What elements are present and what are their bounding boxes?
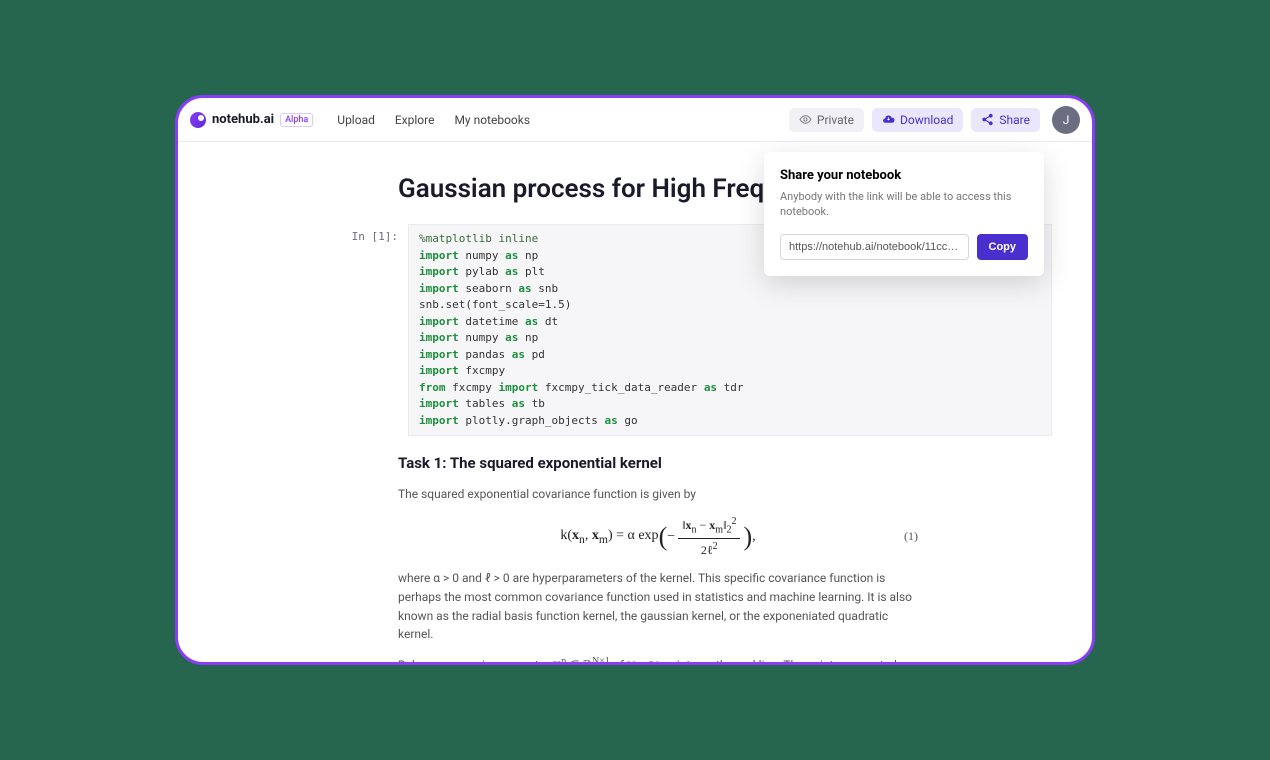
code-text: np: [518, 249, 538, 262]
code-kw: import: [419, 249, 459, 262]
share-title: Share your notebook: [780, 168, 1028, 183]
text-fragment: Below you are given a vector: [398, 658, 552, 662]
code-text: datetime: [459, 315, 525, 328]
alpha-badge: Alpha: [280, 113, 313, 127]
code-kw: as: [604, 414, 617, 427]
code-kw: as: [704, 381, 717, 394]
code-kw: import: [498, 381, 538, 394]
equation-1: k(xn, xm) = α exp ( − ‖xn − xm‖22 2ℓ2 ) …: [398, 514, 918, 559]
code-text: plt: [518, 265, 545, 278]
code-text: numpy: [459, 331, 505, 344]
topbar: notehub.ai Alpha Upload Explore My noteb…: [178, 98, 1092, 142]
avatar[interactable]: J: [1052, 106, 1080, 134]
code-text: snb: [532, 282, 559, 295]
code-kw: import: [419, 414, 459, 427]
share-icon: [981, 113, 994, 126]
code-kw: import: [419, 397, 459, 410]
code-kw: as: [518, 282, 531, 295]
eye-icon: [799, 113, 812, 126]
code-text: tb: [525, 397, 545, 410]
code-text: dt: [538, 315, 558, 328]
code-text: seaborn: [459, 282, 519, 295]
code-text: numpy: [459, 249, 505, 262]
share-button[interactable]: Share: [971, 108, 1040, 132]
task1-p2: where α > 0 and ℓ > 0 are hyperparameter…: [398, 569, 918, 643]
private-label: Private: [817, 113, 854, 127]
code-text: go: [618, 414, 638, 427]
private-button[interactable]: Private: [789, 108, 864, 132]
avatar-initial: J: [1063, 113, 1070, 127]
task1-p1: The squared exponential covariance funct…: [398, 485, 918, 504]
code-kw: import: [419, 364, 459, 377]
code-kw: from: [419, 381, 446, 394]
task1-section: Task 1: The squared exponential kernel T…: [398, 452, 918, 662]
code-text: np: [518, 331, 538, 344]
code-text: pd: [525, 348, 545, 361]
share-desc: Anybody with the link will be able to ac…: [780, 189, 1028, 220]
task1-p3: Below you are given a vector Xp ∈ ℝN×1 o…: [398, 654, 918, 662]
cloud-download-icon: [882, 113, 895, 126]
download-button[interactable]: Download: [872, 108, 963, 132]
nav-upload[interactable]: Upload: [337, 113, 375, 127]
download-label: Download: [900, 113, 953, 127]
main-nav: Upload Explore My notebooks: [337, 113, 530, 127]
code-text: pylab: [459, 265, 505, 278]
code-kw: import: [419, 348, 459, 361]
code-text: tdr: [717, 381, 744, 394]
text-fragment: of: [610, 658, 627, 662]
code-text: fxcmpy: [459, 364, 505, 377]
code-kw: as: [505, 265, 518, 278]
code-kw: as: [505, 249, 518, 262]
code-text: fxcmpy_tick_data_reader: [538, 381, 704, 394]
app-window: notehub.ai Alpha Upload Explore My noteb…: [175, 95, 1095, 665]
code-text: plotly.graph_objects: [459, 414, 605, 427]
code-line: %matplotlib inline: [419, 232, 538, 245]
code-line: snb.set(font_scale=1.5): [419, 298, 571, 311]
code-kw: import: [419, 282, 459, 295]
brand-logo-icon: [190, 112, 206, 128]
code-kw: as: [512, 397, 525, 410]
equation-number: (1): [904, 527, 918, 546]
share-label: Share: [999, 113, 1030, 127]
code-kw: as: [512, 348, 525, 361]
share-popover: Share your notebook Anybody with the lin…: [764, 152, 1044, 276]
code-kw: import: [419, 315, 459, 328]
code-text: tables: [459, 397, 512, 410]
copy-button[interactable]: Copy: [977, 234, 1029, 260]
code-kw: import: [419, 265, 459, 278]
code-kw: import: [419, 331, 459, 344]
code-kw: as: [525, 315, 538, 328]
nav-explore[interactable]: Explore: [395, 113, 435, 127]
nav-mynotebooks[interactable]: My notebooks: [454, 113, 530, 127]
share-url-input[interactable]: [780, 234, 969, 260]
brand[interactable]: notehub.ai Alpha: [190, 112, 313, 128]
brand-name: notehub.ai: [212, 112, 274, 127]
toolbar-actions: Private Download Share J: [789, 106, 1080, 134]
code-text: pandas: [459, 348, 512, 361]
code-kw: as: [505, 331, 518, 344]
code-text: fxcmpy: [446, 381, 499, 394]
cell-prompt: In [1]:: [338, 224, 398, 436]
task1-heading: Task 1: The squared exponential kernel: [398, 452, 918, 475]
